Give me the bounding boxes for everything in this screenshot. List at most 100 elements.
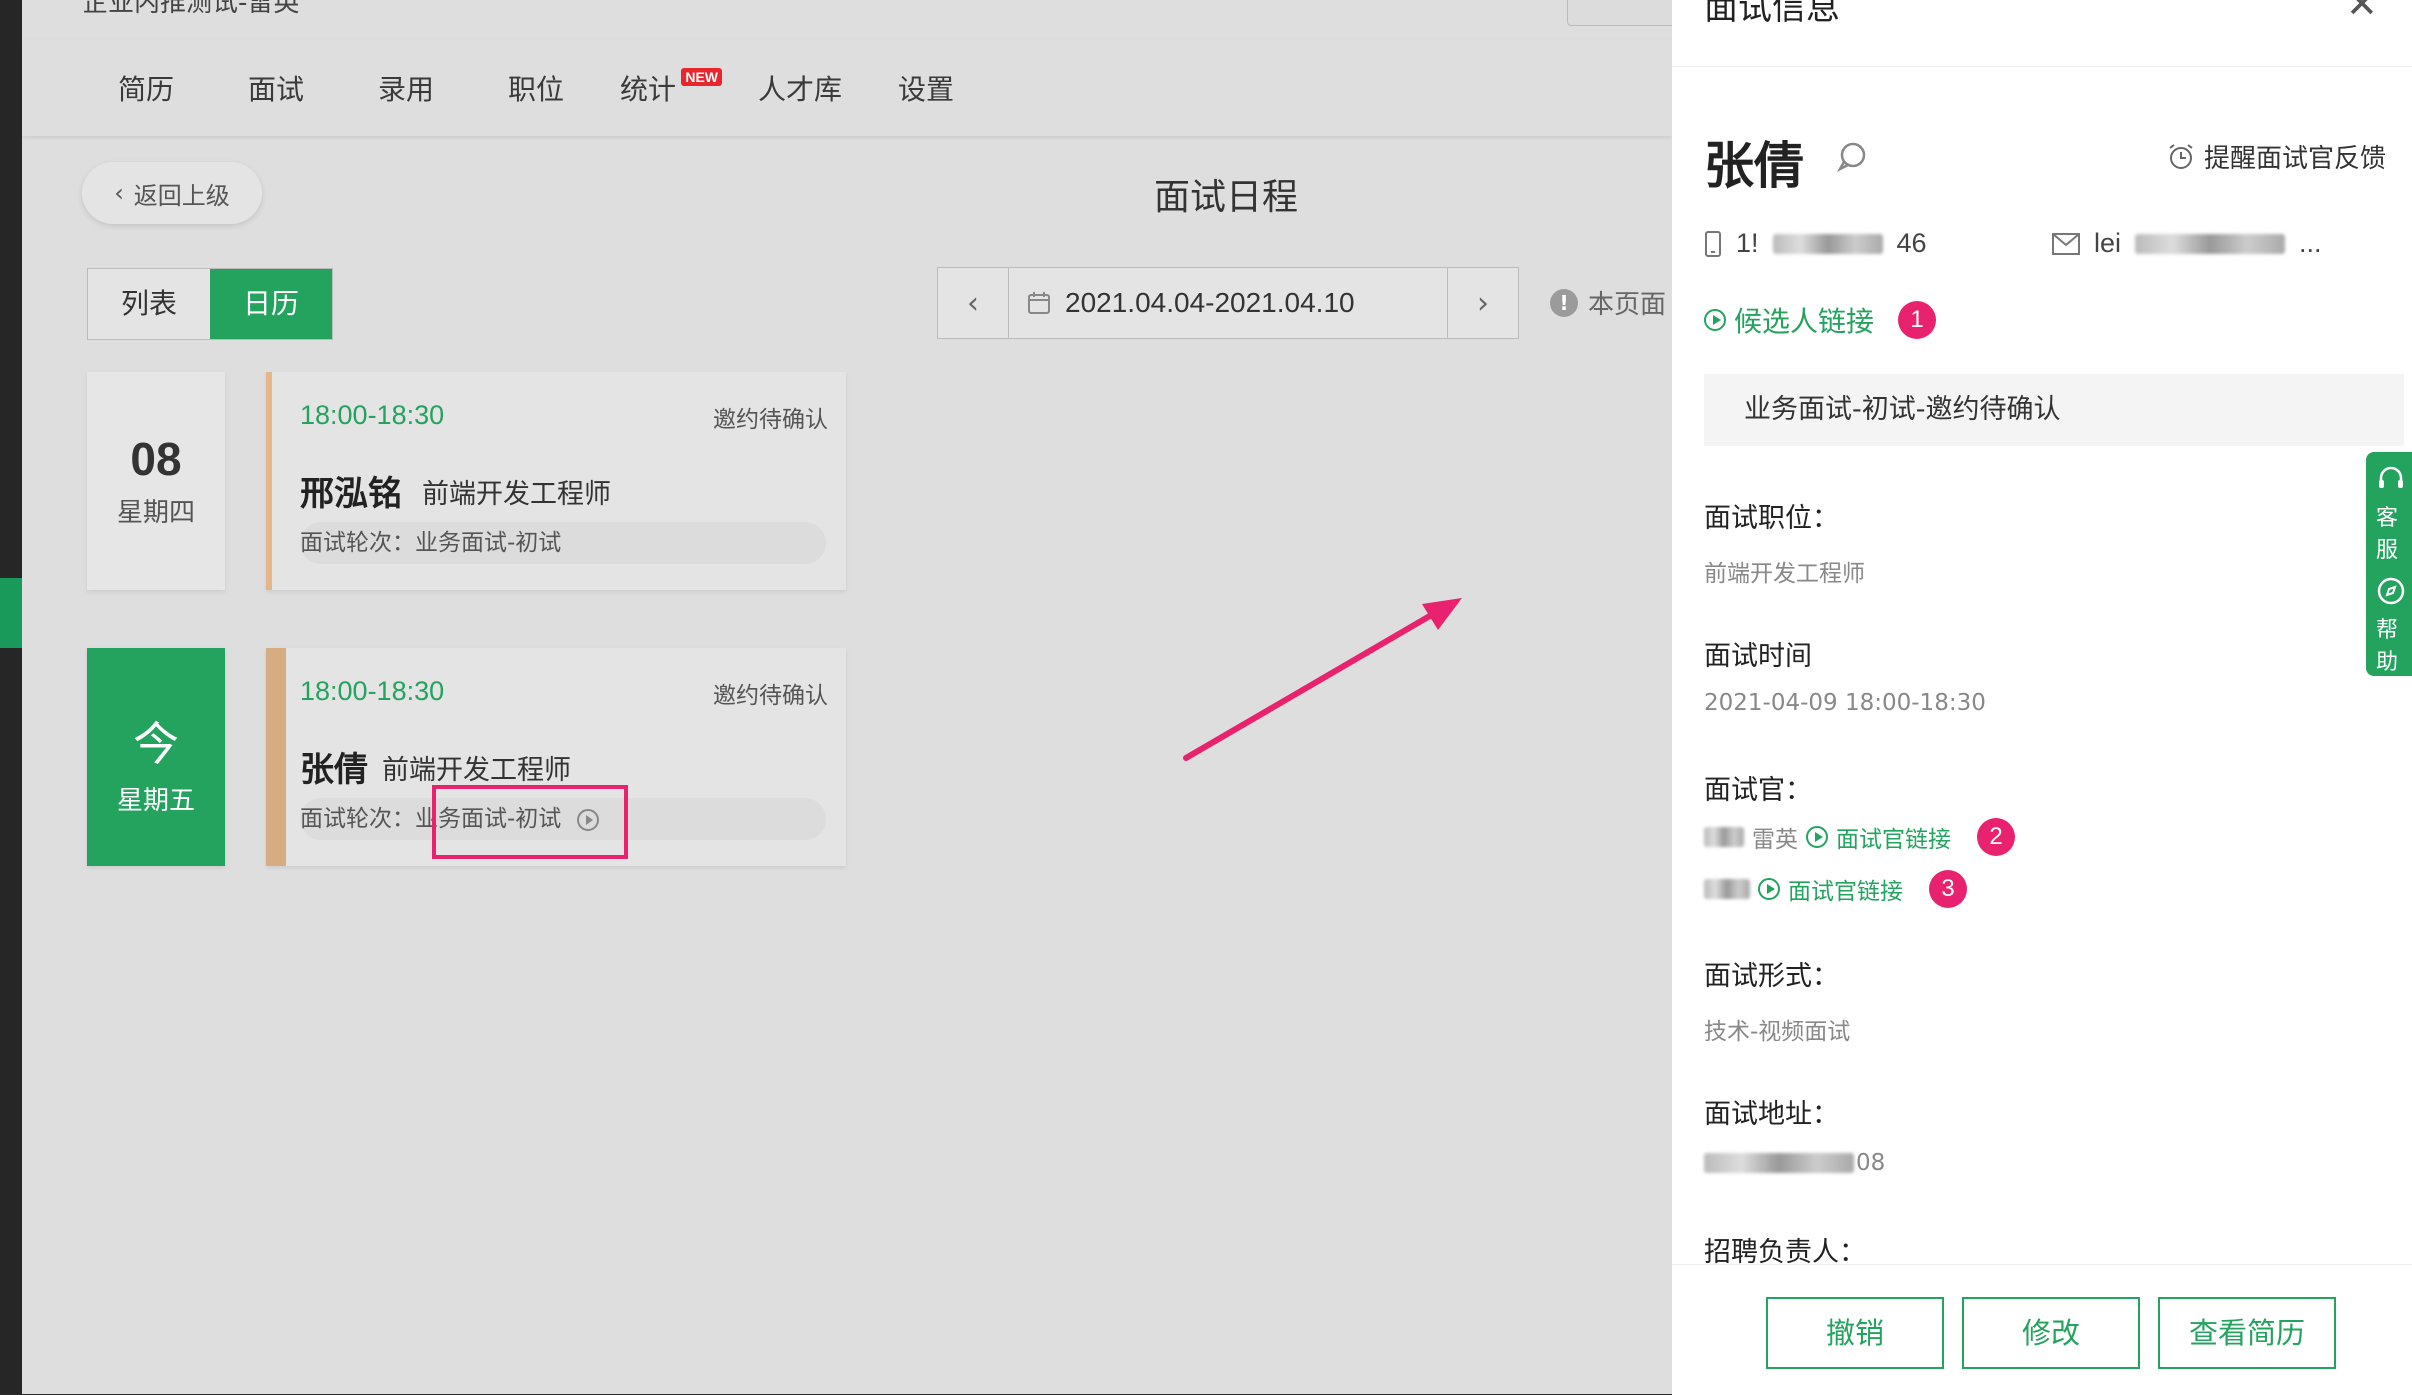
event-time: 18:00-18:30 bbox=[300, 676, 445, 706]
play-circle-icon bbox=[1806, 826, 1828, 848]
drawer-header: 面试信息 ✕ bbox=[1672, 0, 2412, 67]
nav-settings[interactable]: 设置 bbox=[898, 70, 954, 110]
annotation-badge-2: 2 bbox=[1977, 818, 2015, 856]
back-button[interactable]: ‹ 返回上级 bbox=[82, 162, 262, 224]
event-round: 面试轮次：业务面试-初试 bbox=[300, 522, 826, 564]
company-crumb: 企业内推测试-雷英 bbox=[82, 0, 300, 18]
search-button[interactable] bbox=[1567, 0, 1679, 26]
chevron-right-icon: › bbox=[1477, 285, 1489, 321]
remind-label: 提醒面试官反馈 bbox=[2204, 144, 2387, 174]
day-cell: 08 星期四 bbox=[87, 372, 225, 590]
play-circle-icon bbox=[1704, 309, 1726, 331]
prev-week-button[interactable]: ‹ bbox=[938, 268, 1008, 338]
interviewer-link-label: 面试官链接 bbox=[1788, 879, 1903, 905]
day-cell-today: 今 星期五 bbox=[87, 648, 225, 866]
page-note: ! 本页面 bbox=[1550, 284, 1666, 321]
round-label: 面试轮次： bbox=[300, 806, 415, 832]
event-status: 邀约待确认 bbox=[713, 407, 828, 433]
round-label: 面试轮次： bbox=[300, 530, 415, 556]
interviewer-label: 面试官： bbox=[1704, 775, 1812, 806]
drawer-footer: 撤销 修改 查看简历 bbox=[1672, 1264, 2412, 1395]
back-label: 返回上级 bbox=[133, 181, 230, 210]
drawer-title: 面试信息 bbox=[1704, 0, 1840, 28]
alarm-icon bbox=[2169, 143, 2193, 169]
nav-positions[interactable]: 职位 bbox=[508, 70, 564, 110]
headset-icon bbox=[2379, 466, 2403, 488]
edit-interview-button[interactable]: 修改 bbox=[1962, 1297, 2140, 1369]
candidate-link-row: 候选人链接 1 bbox=[1704, 300, 1937, 340]
phone-icon bbox=[1705, 230, 1721, 257]
chevron-left-icon: ‹ bbox=[967, 285, 979, 321]
event-time: 18:00-18:30 bbox=[300, 400, 445, 430]
main-app: 企业内推测试-雷英 简历 面试 录用 职位 统计 NEW 人才库 设置 ‹ 返回… bbox=[22, 0, 1679, 1394]
day-number: 今 bbox=[133, 718, 179, 770]
interviewer-link[interactable]: 面试官链接 bbox=[1758, 872, 1903, 906]
sidebar-active-marker bbox=[0, 578, 22, 648]
info-icon: ! bbox=[1550, 288, 1578, 317]
event-candidate-name: 邢泓铭 bbox=[300, 474, 402, 514]
next-week-button[interactable]: › bbox=[1448, 268, 1518, 338]
nav-hire[interactable]: 录用 bbox=[378, 70, 434, 110]
position-label: 面试职位： bbox=[1704, 503, 1839, 534]
date-range-text: 2021.04.04-2021.04.10 bbox=[1065, 287, 1355, 318]
compass-icon bbox=[2377, 577, 2405, 605]
candidate-link[interactable]: 候选人链接 bbox=[1704, 300, 1874, 340]
interviewer-name: 雷英 bbox=[1752, 827, 1798, 853]
mail-icon bbox=[2052, 232, 2080, 255]
candidate-email: lei ... bbox=[2052, 228, 2322, 259]
chat-icon[interactable] bbox=[1834, 140, 1868, 174]
list-view-button[interactable]: 列表 bbox=[88, 269, 210, 339]
event-position: 前端开发工程师 bbox=[382, 755, 571, 786]
left-sidebar-strip bbox=[0, 0, 22, 1394]
interviewer-row: 雷英 面试官链接 2 bbox=[1704, 818, 2015, 856]
interviewer-link-label: 面试官链接 bbox=[1836, 827, 1951, 853]
interviewer-link[interactable]: 面试官链接 bbox=[1806, 820, 1951, 854]
date-range-picker: ‹ 2021.04.04-2021.04.10 › bbox=[937, 267, 1519, 339]
nav-talent-pool[interactable]: 人才库 bbox=[758, 70, 842, 110]
close-icon[interactable]: ✕ bbox=[2346, 0, 2378, 26]
address-suffix: 08 bbox=[1856, 1150, 1886, 1176]
event-card[interactable]: 18:00-18:30 邀约待确认 邢泓铭 前端开发工程师 面试轮次：业务面试-… bbox=[266, 372, 846, 590]
remind-interviewer-button[interactable]: 提醒面试官反馈 bbox=[2166, 138, 2386, 175]
help-label: 帮助 bbox=[2376, 618, 2399, 675]
nav-resume[interactable]: 简历 bbox=[118, 70, 174, 110]
annotation-highlight-box bbox=[432, 785, 628, 859]
interview-stage: 业务面试-初试-邀约待确认 bbox=[1704, 374, 2404, 446]
main-nav: 简历 面试 录用 职位 统计 NEW 人才库 设置 bbox=[22, 40, 1672, 136]
time-label: 面试时间 bbox=[1704, 641, 1812, 672]
interviewer-name-redacted bbox=[1704, 827, 1744, 847]
chevron-left-icon: ‹ bbox=[114, 179, 124, 207]
calendar-icon bbox=[1028, 292, 1050, 314]
day-number: 08 bbox=[130, 433, 182, 485]
email-redacted bbox=[2135, 233, 2286, 254]
email-prefix: lei bbox=[2094, 228, 2122, 258]
page-note-text: 本页面 bbox=[1588, 290, 1667, 320]
annotation-badge-3: 3 bbox=[1929, 870, 1967, 908]
candidate-phone: 1! 46 bbox=[1704, 228, 1927, 259]
floating-help-tab: 客服 帮助 bbox=[2366, 452, 2412, 676]
format-value: 技术-视频面试 bbox=[1704, 1019, 1851, 1045]
address-label: 面试地址： bbox=[1704, 1099, 1839, 1130]
phone-redacted bbox=[1772, 233, 1883, 254]
time-value: 2021-04-09 18:00-18:30 bbox=[1704, 690, 1986, 716]
round-value: 业务面试-初试 bbox=[415, 530, 562, 556]
nav-stats[interactable]: 统计 NEW bbox=[620, 68, 723, 110]
play-circle-icon bbox=[1758, 878, 1780, 900]
calendar-view-button[interactable]: 日历 bbox=[210, 269, 332, 339]
view-resume-button[interactable]: 查看简历 bbox=[2158, 1297, 2336, 1369]
weekday: 星期四 bbox=[116, 498, 195, 528]
service-button[interactable]: 客服 bbox=[2376, 466, 2412, 564]
service-label: 客服 bbox=[2376, 506, 2399, 563]
annotation-arrow bbox=[1183, 598, 1462, 761]
nav-stats-label: 统计 bbox=[620, 73, 677, 106]
date-range-field[interactable]: 2021.04.04-2021.04.10 bbox=[1008, 268, 1448, 338]
cancel-interview-button[interactable]: 撤销 bbox=[1766, 1297, 1944, 1369]
help-button[interactable]: 帮助 bbox=[2376, 576, 2412, 676]
event-status: 邀约待确认 bbox=[713, 683, 828, 709]
weekday: 星期五 bbox=[116, 786, 195, 816]
interviewer-name-redacted bbox=[1704, 879, 1750, 899]
nav-interview[interactable]: 面试 bbox=[248, 70, 304, 110]
interviewer-row: 面试官链接 3 bbox=[1704, 870, 1967, 908]
candidate-name: 张倩 bbox=[1704, 137, 1804, 195]
format-label: 面试形式： bbox=[1704, 961, 1839, 992]
